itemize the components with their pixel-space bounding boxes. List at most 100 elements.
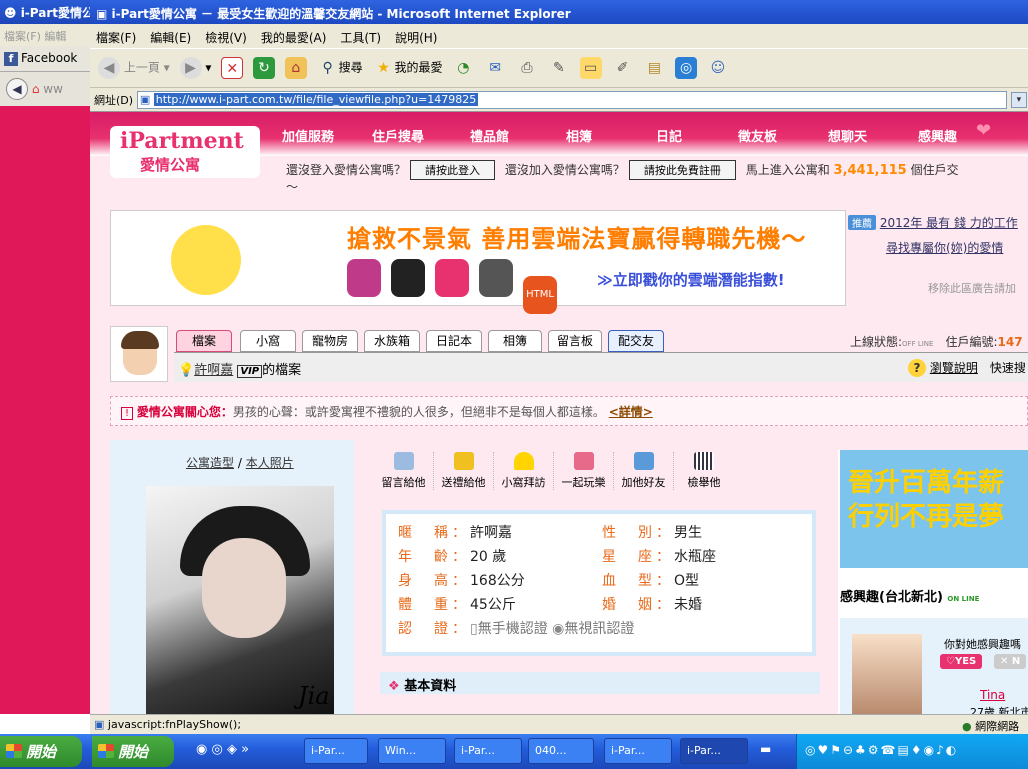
- report-button[interactable]: 檢舉他: [674, 452, 734, 490]
- nav-item-interest[interactable]: 感興趣: [918, 126, 957, 145]
- back-arrow-icon[interactable]: ◀: [6, 78, 28, 100]
- menu-favorites[interactable]: 我的最愛(A): [261, 31, 327, 45]
- online-status-label: 上線狀態:: [850, 335, 903, 349]
- tab-nest[interactable]: 小窩: [240, 330, 296, 352]
- ad-link-job[interactable]: 2012年 最有 錢 力的工作: [880, 216, 1018, 230]
- register-button[interactable]: 請按此免費註冊: [628, 160, 736, 180]
- back-button[interactable]: ◀ 上一頁 ▾: [98, 57, 170, 79]
- tab-profile[interactable]: 檔案: [176, 330, 232, 352]
- start-button[interactable]: 開始: [0, 736, 82, 767]
- menu-edit[interactable]: 編輯(E): [150, 31, 191, 45]
- star-icon: ★: [377, 60, 390, 76]
- ad-banner[interactable]: 搶救不景氣 善用雲端法寶贏得轉職先機～ HTML ≫立即戳你的雲端潛能指數!: [110, 210, 846, 314]
- task-button-1[interactable]: i-Par...: [304, 738, 368, 764]
- info-label: 身 高：: [398, 573, 470, 589]
- tray-icons[interactable]: ◎♥⚑⊖♣⚙☎▤♦◉♪◐: [805, 743, 958, 757]
- tab-diary[interactable]: 日記本: [426, 330, 482, 352]
- facebook-icon: f: [4, 52, 18, 66]
- refresh-icon[interactable]: ↻: [253, 57, 276, 79]
- nav-item-diary[interactable]: 日記: [656, 126, 682, 145]
- tab-guestbook[interactable]: 留言板: [548, 330, 602, 352]
- discuss-icon[interactable]: ▭: [579, 57, 602, 79]
- leave-message-button[interactable]: 留言給他: [374, 452, 434, 490]
- back-window-title[interactable]: ☻ i-Part愛情公: [0, 0, 90, 24]
- nav-item-resident-search[interactable]: 住戶搜尋: [372, 126, 424, 145]
- back-window-menu[interactable]: 檔案(F) 編輯: [0, 24, 90, 46]
- address-dropdown-icon[interactable]: ▾: [1010, 92, 1027, 108]
- messenger-icon[interactable]: ◎: [675, 57, 698, 79]
- research-icon[interactable]: ✐: [612, 57, 634, 79]
- back-window-address[interactable]: ww: [43, 82, 63, 96]
- favorites-button[interactable]: ★ 我的最愛: [373, 57, 442, 79]
- no-button[interactable]: ✕ N: [994, 654, 1027, 669]
- info-row-weight: 體 重：45公斤: [398, 594, 516, 614]
- menu-view[interactable]: 檢視(V): [205, 31, 247, 45]
- menu-help[interactable]: 說明(H): [395, 31, 437, 45]
- task-button-5[interactable]: i-Par...: [604, 738, 672, 764]
- forward-button[interactable]: ▶ ▾: [179, 57, 211, 79]
- right-ad-banner[interactable]: 晉升百萬年薪 行列不再是夢: [840, 450, 1028, 568]
- profile-photo[interactable]: Jia: [146, 486, 334, 714]
- menu-file[interactable]: 檔案(F): [96, 31, 136, 45]
- print-icon[interactable]: ⎙: [516, 57, 538, 79]
- browse-help-link[interactable]: 瀏覽說明: [930, 361, 978, 375]
- task-button-3[interactable]: i-Par...: [454, 738, 522, 764]
- interest-title-text: 感興趣(台北新北): [840, 590, 943, 605]
- edit-icon[interactable]: ✎: [548, 57, 570, 79]
- remove-ad-link[interactable]: 移除此區廣告請加: [928, 280, 1028, 296]
- offline-icon: OFF LINE: [902, 340, 934, 348]
- home-icon[interactable]: ⌂: [32, 82, 40, 96]
- search-button[interactable]: ⚲ 搜尋: [317, 57, 363, 79]
- avatar[interactable]: [110, 326, 168, 382]
- home-icon[interactable]: ⌂: [284, 57, 307, 79]
- login-button[interactable]: 請按此登入: [410, 160, 496, 180]
- play-together-button[interactable]: 一起玩樂: [554, 452, 614, 490]
- status-bar: ▣ javascript:fnPlayShow(); ● 網際網路: [90, 714, 1028, 734]
- notice-more-link[interactable]: <詳情>: [609, 405, 653, 419]
- diamond-icon: ❖: [388, 679, 400, 694]
- start-button-2[interactable]: 開始: [92, 736, 174, 767]
- suggested-user-photo[interactable]: [852, 634, 922, 714]
- tab-dating[interactable]: 配交友: [608, 330, 664, 352]
- tab-aquarium[interactable]: 水族箱: [364, 330, 420, 352]
- tab-pet-room[interactable]: 寵物房: [302, 330, 358, 352]
- window-title-bar[interactable]: ▣ i-Part愛情公寓 － 最受女生歡迎的溫馨交友網站 - Microsoft…: [90, 0, 1028, 24]
- video-cert: 無視訊認證: [564, 621, 635, 637]
- yes-button[interactable]: ♡YES: [940, 654, 983, 669]
- info-row-blood: 血 型：O型: [602, 570, 699, 590]
- mail-icon[interactable]: ✉: [484, 57, 506, 79]
- login-row: 還沒登入愛情公寓嗎？ 請按此登入 還沒加入愛情公寓嗎？ 請按此免費註冊 馬上進入公寓…: [286, 160, 959, 180]
- nav-item-chat[interactable]: 想聊天: [828, 126, 867, 145]
- info-value: 男生: [674, 525, 702, 541]
- quicklaunch-icons[interactable]: ◉ ◎ ◈ »: [196, 742, 249, 757]
- nav-item-album[interactable]: 相簿: [566, 126, 592, 145]
- send-gift-button[interactable]: 送禮給他: [434, 452, 494, 490]
- facebook-tab[interactable]: f Facebook: [0, 46, 90, 72]
- address-input[interactable]: ▣ http://www.i-part.com.tw/file/file_vie…: [136, 91, 1007, 109]
- suggested-user-name[interactable]: Tina: [980, 688, 1005, 702]
- nav-item-friend-board[interactable]: 徵友板: [738, 126, 777, 145]
- contacts-icon[interactable]: ☺: [707, 57, 729, 79]
- apartment-look-link[interactable]: 公寓造型: [186, 456, 234, 470]
- sun-illustration: [171, 225, 241, 295]
- task-button-4[interactable]: 040...: [528, 738, 594, 764]
- history-icon[interactable]: ◔: [452, 57, 474, 79]
- taskbar-extra-icon[interactable]: ▬: [760, 742, 771, 756]
- info-value: O型: [674, 573, 700, 589]
- site-logo[interactable]: iPartment 愛情公寓: [110, 126, 260, 178]
- add-friend-button[interactable]: 加他好友: [614, 452, 674, 490]
- banner-headline: 搶救不景氣 善用雲端法寶贏得轉職先機～: [347, 225, 807, 253]
- visit-nest-button[interactable]: 小窩拜訪: [494, 452, 554, 490]
- tab-album[interactable]: 相簿: [488, 330, 542, 352]
- real-photo-link[interactable]: 本人照片: [246, 456, 294, 470]
- stop-icon[interactable]: ✕: [221, 57, 244, 79]
- ad-link-love[interactable]: 尋找專屬你(妳)的愛情: [886, 241, 1003, 255]
- task-button-2[interactable]: Win...: [378, 738, 446, 764]
- media-icon[interactable]: ▤: [643, 57, 665, 79]
- menu-tools[interactable]: 工具(T): [340, 31, 381, 45]
- user-name-link[interactable]: 許啊嘉: [194, 363, 233, 378]
- quick-search-link[interactable]: 快速搜: [990, 361, 1026, 375]
- task-button-6[interactable]: i-Par...: [680, 738, 748, 764]
- nav-item-value-service[interactable]: 加值服務: [282, 126, 334, 145]
- nav-item-gift-shop[interactable]: 禮品館: [470, 126, 509, 145]
